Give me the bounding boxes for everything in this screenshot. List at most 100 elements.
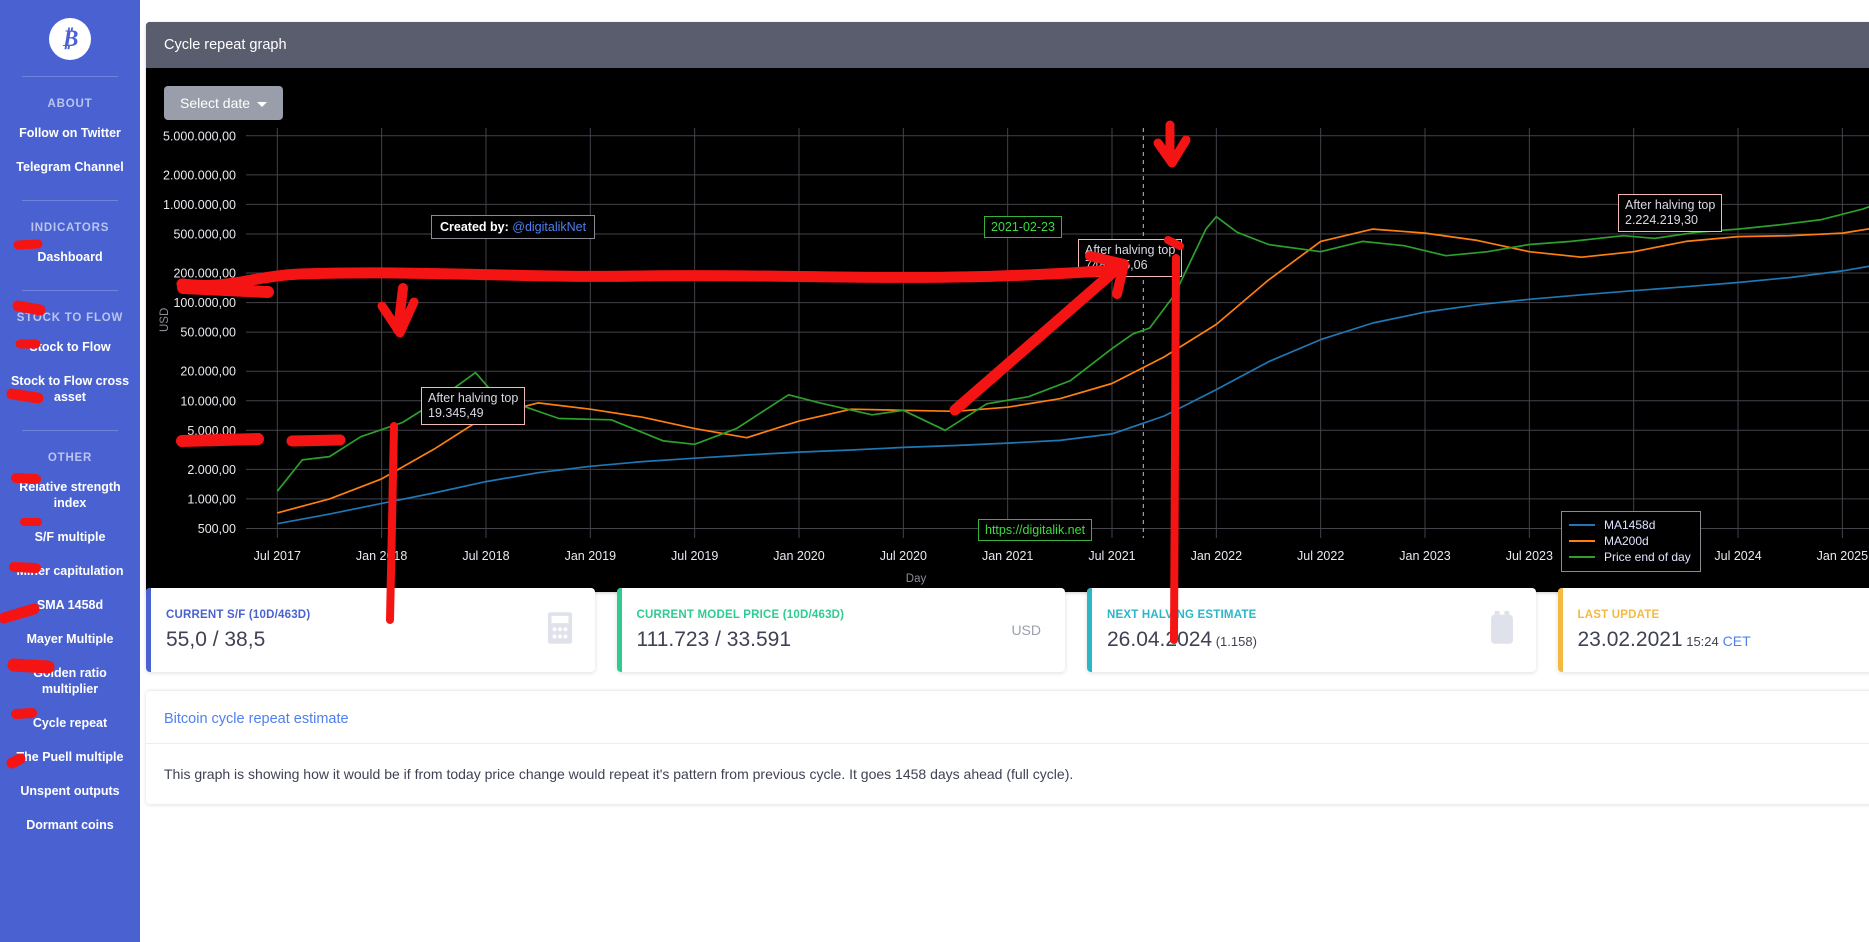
sidebar-item-cycle-repeat[interactable]: Cycle repeat (0, 706, 140, 740)
legend-color-swatch (1569, 556, 1595, 558)
sidebar: ₿ ABOUTFollow on TwitterTelegram Channel… (0, 0, 140, 942)
svg-text:5.000,00: 5.000,00 (187, 424, 236, 438)
svg-text:100.000,00: 100.000,00 (173, 296, 236, 310)
legend-label: MA1458d (1604, 518, 1655, 532)
halving-top-label: After halving top (1625, 198, 1715, 213)
sidebar-heading-about: ABOUT (0, 93, 140, 116)
y-axis-ticks: 5.000.000,002.000.000,001.000.000,00500.… (163, 129, 236, 536)
stat-cards-row: CURRENT S/F (10D/463D) 55,0 / 38,5CURRENT… (146, 588, 1869, 672)
sidebar-item-telegram-channel[interactable]: Telegram Channel (0, 150, 140, 184)
sidebar-heading-indicators: INDICATORS (0, 217, 140, 240)
halving-top-label: After halving top (1085, 243, 1175, 258)
stat-accent-bar (1558, 588, 1563, 672)
calculator-icon (545, 611, 575, 650)
stat-value-main: 55,0 / 38,5 (166, 628, 265, 651)
halving-top-value: 19.345,49 (428, 406, 518, 421)
select-date-label: Select date (180, 95, 250, 111)
svg-text:200.000,00: 200.000,00 (173, 267, 236, 281)
svg-text:2.000.000,00: 2.000.000,00 (163, 168, 236, 182)
halving-top-value: 2.224.219,30 (1625, 213, 1715, 228)
sidebar-item-mayer-multiple[interactable]: Mayer Multiple (0, 622, 140, 656)
date-marker-annotation: 2021-02-23 (984, 216, 1062, 238)
stat-label: CURRENT S/F (10D/463D) (166, 609, 545, 621)
stat-value: 111.723 / 33.591 (637, 628, 1012, 652)
sidebar-item-stock-to-flow-cross-asset[interactable]: Stock to Flow cross asset (0, 364, 140, 414)
svg-text:1.000,00: 1.000,00 (187, 492, 236, 506)
stat-value: 23.02.2021 15:24 CET (1578, 628, 1869, 652)
svg-text:Jan 2021: Jan 2021 (982, 549, 1033, 563)
stat-unit: USD (1011, 622, 1045, 638)
info-panel-body: This graph is showing how it would be if… (146, 744, 1869, 804)
panel-header: Cycle repeat graph (146, 22, 1869, 68)
sidebar-item-sma-1458d[interactable]: SMA 1458d (0, 588, 140, 622)
chart-grid (246, 128, 1869, 538)
sidebar-heading-other: OTHER (0, 447, 140, 470)
sidebar-item-relative-strength-index[interactable]: Relative strength index (0, 470, 140, 520)
battery-icon (1488, 611, 1516, 650)
info-panel: Bitcoin cycle repeat estimate This graph… (146, 690, 1869, 804)
svg-text:Jul 2019: Jul 2019 (671, 549, 718, 563)
main-content: Cycle repeat graph Select date 5.000.000… (140, 0, 1869, 942)
svg-text:Jul 2023: Jul 2023 (1506, 549, 1553, 563)
halving-top-annotation-2: After halving top 748.715,06 (1078, 239, 1182, 277)
stat-card-last-update: LAST UPDATE 23.02.2021 15:24 CET (1558, 588, 1869, 672)
stat-label: LAST UPDATE (1578, 609, 1869, 621)
svg-text:Jul 2017: Jul 2017 (254, 549, 301, 563)
stat-accent-bar (617, 588, 622, 672)
chart-panel: Cycle repeat graph Select date 5.000.000… (146, 22, 1869, 592)
svg-text:Jan 2019: Jan 2019 (565, 549, 616, 563)
sidebar-item-the-puell-multiple[interactable]: The Puell multiple (0, 740, 140, 774)
svg-text:500,00: 500,00 (198, 522, 236, 536)
svg-text:Jan 2018: Jan 2018 (356, 549, 407, 563)
svg-text:Jul 2024: Jul 2024 (1714, 549, 1761, 563)
svg-text:Jul 2021: Jul 2021 (1088, 549, 1135, 563)
svg-text:Jul 2018: Jul 2018 (462, 549, 509, 563)
halving-top-annotation-3: After halving top 2.224.219,30 (1618, 194, 1722, 232)
chevron-down-icon (257, 102, 267, 107)
select-date-button[interactable]: Select date (164, 86, 283, 120)
svg-text:2.000,00: 2.000,00 (187, 463, 236, 477)
svg-text:20.000,00: 20.000,00 (180, 365, 236, 379)
sidebar-item-miner-capitulation[interactable]: Miner capitulation (0, 554, 140, 588)
sidebar-item-stock-to-flow[interactable]: Stock to Flow (0, 330, 140, 364)
stat-accent-bar (1087, 588, 1092, 672)
chart-legend: MA1458d MA200d Price end of day (1561, 511, 1701, 572)
legend-item[interactable]: MA1458d (1569, 517, 1691, 533)
stat-value-main: 111.723 / 33.591 (637, 628, 792, 651)
divider (22, 76, 118, 77)
stat-card-next-halving-estimate: NEXT HALVING ESTIMATE 26.04.2024 (1.158) (1087, 588, 1536, 672)
stat-value: 55,0 / 38,5 (166, 628, 545, 652)
stat-value-sub: (1.158) (1212, 634, 1257, 649)
info-panel-title: Bitcoin cycle repeat estimate (146, 691, 1869, 744)
sidebar-item-dormant-coins[interactable]: Dormant coins (0, 808, 140, 842)
bitcoin-logo-icon[interactable]: ₿ (49, 18, 91, 60)
divider (22, 200, 118, 201)
stat-value: 26.04.2024 (1.158) (1107, 628, 1488, 652)
svg-text:Jan 2023: Jan 2023 (1399, 549, 1450, 563)
stat-label: NEXT HALVING ESTIMATE (1107, 609, 1488, 621)
halving-top-label: After halving top (428, 391, 518, 406)
sidebar-item-unspent-outputs[interactable]: Unspent outputs (0, 774, 140, 808)
svg-text:10.000,00: 10.000,00 (180, 394, 236, 408)
sidebar-item-golden-ratio-multiplier[interactable]: Golden ratio multiplier (0, 656, 140, 706)
svg-text:Jan 2020: Jan 2020 (773, 549, 824, 563)
sidebar-item-dashboard[interactable]: Dashboard (0, 240, 140, 274)
legend-label: MA200d (1604, 534, 1649, 548)
svg-text:500.000,00: 500.000,00 (173, 227, 236, 241)
y-axis-label: USD (159, 308, 171, 332)
panel-body: Select date 5.000.000,002.000.000,001.00… (146, 68, 1869, 592)
x-axis-label: Day (906, 573, 927, 585)
legend-item[interactable]: Price end of day (1569, 549, 1691, 565)
legend-item[interactable]: MA200d (1569, 533, 1691, 549)
svg-text:Jul 2022: Jul 2022 (1297, 549, 1344, 563)
created-by-handle: @digitalikNet (512, 220, 586, 234)
stat-value-main: 26.04.2024 (1107, 628, 1212, 651)
sidebar-heading-stock-to-flow: STOCK TO FLOW (0, 307, 140, 330)
created-by-prefix: Created by: (440, 220, 509, 234)
svg-text:1.000.000,00: 1.000.000,00 (163, 198, 236, 212)
page-title: Cycle repeat graph (164, 37, 287, 53)
legend-label: Price end of day (1604, 550, 1691, 564)
sidebar-item-s-f-multiple[interactable]: S/F multiple (0, 520, 140, 554)
sidebar-item-follow-on-twitter[interactable]: Follow on Twitter (0, 116, 140, 150)
stat-card-current-s-f-10d-463d-: CURRENT S/F (10D/463D) 55,0 / 38,5 (146, 588, 595, 672)
